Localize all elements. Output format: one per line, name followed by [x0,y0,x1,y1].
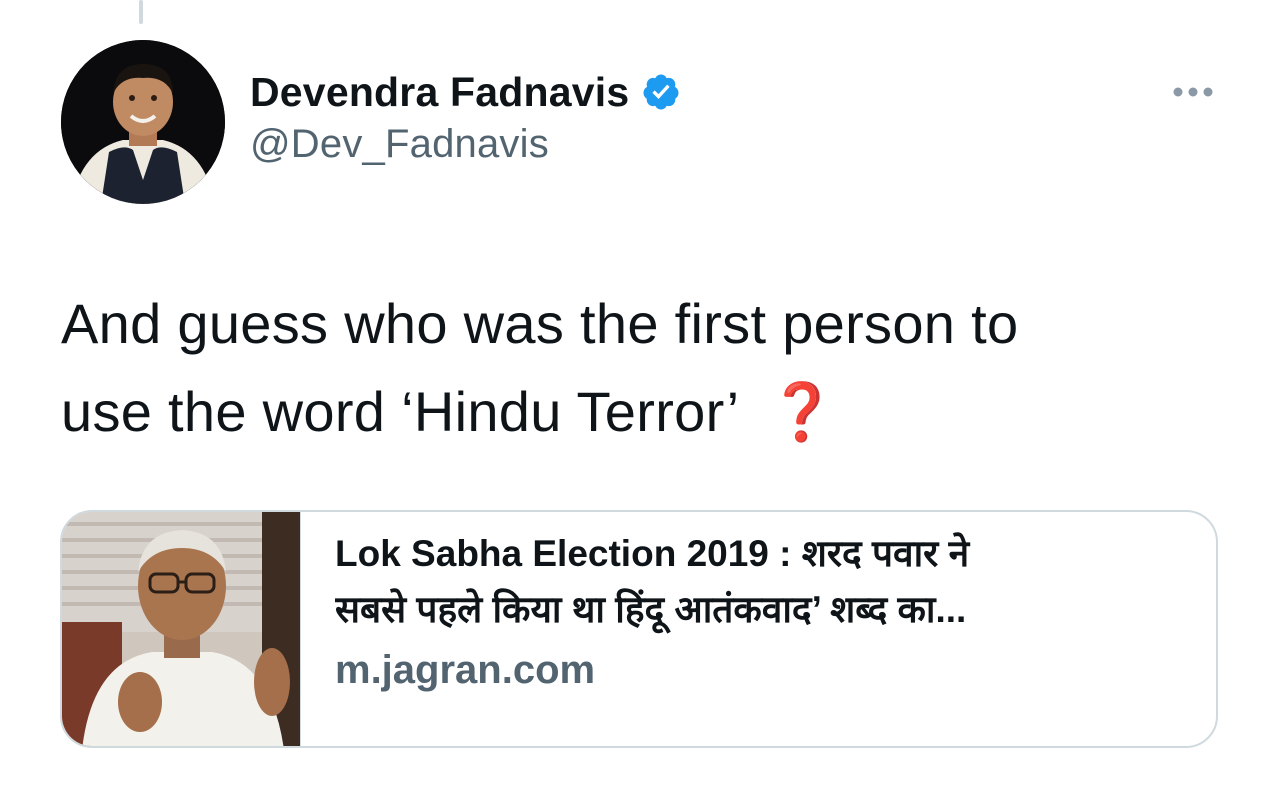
link-card-title-line-2: सबसे पहले किया था हिंदू आतंकवाद’ शब्द का… [335,589,967,630]
link-preview-card[interactable]: Lok Sabha Election 2019 : शरद पवार ने सब… [60,510,1218,748]
tweet-text: And guess who was the first person to us… [61,280,1221,456]
author-avatar[interactable] [61,40,225,204]
tweet-page: Devendra Fadnavis @Dev_Fadnavis And gues… [0,0,1280,788]
tweet-text-line-1: And guess who was the first person to [61,292,1019,355]
article-thumbnail [62,512,301,746]
author-handle[interactable]: @Dev_Fadnavis [250,122,681,167]
verified-badge-icon [641,72,681,112]
link-card-body: Lok Sabha Election 2019 : शरद पवार ने सब… [301,512,1205,746]
thread-connector-line [139,0,143,24]
more-horizontal-icon [1173,87,1213,97]
link-card-title-line-1: Lok Sabha Election 2019 : शरद पवार ने [335,533,970,574]
author-block: Devendra Fadnavis @Dev_Fadnavis [250,64,681,167]
tweet-text-line-2-content: use the word ‘Hindu Terror’ [61,380,740,443]
link-card-domain: m.jagran.com [335,648,596,692]
more-options-button[interactable] [1168,74,1218,110]
display-name-row: Devendra Fadnavis [250,64,681,120]
tweet-text-line-2: use the word ‘Hindu Terror’ ❓ [61,368,1221,456]
author-display-name[interactable]: Devendra Fadnavis [250,69,629,116]
question-mark-emoji-icon: ❓ [767,380,838,443]
